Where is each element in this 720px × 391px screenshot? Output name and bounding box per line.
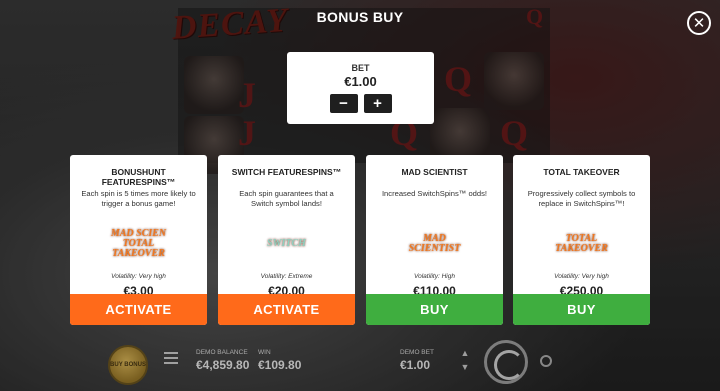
card-description: Each spin guarantees that a Switch symbo… — [239, 189, 334, 208]
card-volatility: Volatility: High — [414, 273, 455, 280]
bet-down-chevron-icon[interactable]: ▼ — [458, 362, 472, 372]
card-title: TOTAL TAKEOVER — [543, 167, 620, 177]
card-description: Progressively collect symbols to replace… — [527, 189, 636, 208]
spin-button[interactable] — [484, 340, 528, 384]
buy-button[interactable]: BUY — [366, 294, 503, 325]
bet-label: BET — [351, 63, 370, 73]
bet-controls: − + — [287, 94, 434, 113]
bet-panel: BET €1.00 − + — [287, 52, 434, 124]
card-title: SWITCH FEATURESPINS™ — [231, 167, 342, 177]
bonus-card-mad-scientist: MAD SCIENTIST Increased SwitchSpins™ odd… — [366, 155, 503, 325]
activate-button[interactable]: ACTIVATE — [218, 294, 355, 325]
demo-balance-value: €4,859.80 — [196, 358, 250, 372]
win-value: €109.80 — [258, 358, 302, 372]
bonus-card-bonushunt: BONUSHUNT FEATURESPINS™ Each spin is 5 t… — [70, 155, 207, 325]
feature-art-icon: MAD SCIEN TOTAL TAKEOVER — [110, 228, 167, 259]
card-title: MAD SCIENTIST — [401, 167, 468, 177]
demo-bet-label: DEMO BET — [400, 349, 434, 356]
close-icon: ✕ — [692, 14, 706, 32]
bonus-card-total-takeover: TOTAL TAKEOVER Progressively collect sym… — [513, 155, 650, 325]
card-volatility: Volatility: Very high — [554, 273, 609, 280]
bet-decrease-button[interactable]: − — [329, 94, 358, 113]
card-description: Increased SwitchSpins™ odds! — [381, 189, 488, 198]
bonus-card-switch: SWITCH FEATURESPINS™ Each spin guarantee… — [218, 155, 355, 325]
demo-balance-label: DEMO BALANCE — [196, 349, 248, 356]
card-volatility: Volatility: Very high — [111, 273, 166, 280]
buy-bonus-button[interactable]: BUY BONUS — [108, 345, 148, 385]
card-title: BONUSHUNT FEATURESPINS™ — [101, 167, 176, 187]
demo-bet-value: €1.00 — [400, 358, 431, 372]
switch-art-icon: SWITCH — [267, 238, 306, 249]
autoplay-icon[interactable] — [540, 355, 552, 367]
close-button[interactable]: ✕ — [687, 11, 711, 35]
card-volatility: Volatility: Extreme — [260, 273, 313, 280]
card-description: Each spin is 5 times more likely to trig… — [81, 189, 196, 208]
activate-button[interactable]: ACTIVATE — [70, 294, 207, 325]
total-takeover-art-icon: TOTAL TAKEOVER — [555, 233, 608, 254]
menu-icon[interactable] — [164, 352, 178, 364]
modal-title: BONUS BUY — [316, 9, 404, 25]
bet-increase-button[interactable]: + — [363, 94, 392, 113]
buy-button[interactable]: BUY — [513, 294, 650, 325]
bet-up-chevron-icon[interactable]: ▲ — [458, 348, 472, 358]
bet-value: €1.00 — [344, 74, 377, 89]
mad-scientist-art-icon: MAD SCIENTIST — [408, 233, 461, 254]
win-label: WIN — [258, 349, 271, 356]
